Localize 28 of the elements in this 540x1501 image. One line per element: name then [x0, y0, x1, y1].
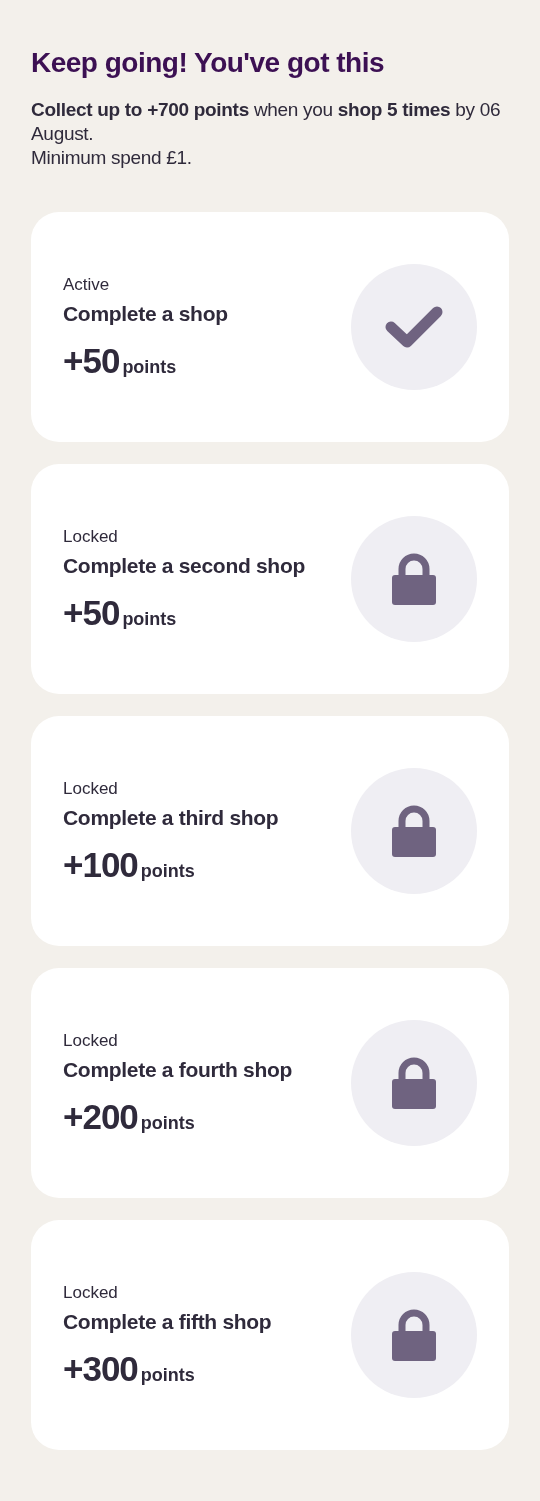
- task-title: Complete a fourth shop: [63, 1057, 293, 1083]
- task-title: Complete a fifth shop: [63, 1309, 272, 1335]
- points-amount: +50: [63, 342, 120, 380]
- points-amount: +100: [63, 846, 138, 884]
- points-amount: +200: [63, 1098, 138, 1136]
- task-status: Locked: [63, 1282, 119, 1304]
- points-unit: points: [122, 608, 177, 630]
- lock-icon: [392, 805, 436, 857]
- points-amount: +300: [63, 1350, 138, 1388]
- task-status: Active: [63, 274, 111, 296]
- task-title: Complete a shop: [63, 301, 228, 327]
- points-unit: points: [140, 860, 195, 882]
- task-status: Locked: [63, 1030, 119, 1052]
- checkmark-icon: [385, 305, 443, 349]
- task-title: Complete a second shop: [63, 553, 305, 579]
- page-heading: Keep going! You've got this: [31, 46, 385, 80]
- lock-icon: [392, 1057, 436, 1109]
- points-unit: points: [140, 1364, 195, 1386]
- minimum-spend-note: Minimum spend £1.: [31, 146, 193, 170]
- points-unit: points: [140, 1112, 195, 1134]
- points-amount: +50: [63, 594, 120, 632]
- lock-icon: [392, 1309, 436, 1361]
- task-title: Complete a third shop: [63, 805, 279, 831]
- task-status: Locked: [63, 526, 119, 548]
- task-status: Locked: [63, 778, 119, 800]
- lock-icon: [392, 553, 436, 605]
- offer-description: Collect up to +700 points when you shop 5 times by 06 August.: [31, 98, 502, 146]
- points-unit: points: [122, 356, 177, 378]
